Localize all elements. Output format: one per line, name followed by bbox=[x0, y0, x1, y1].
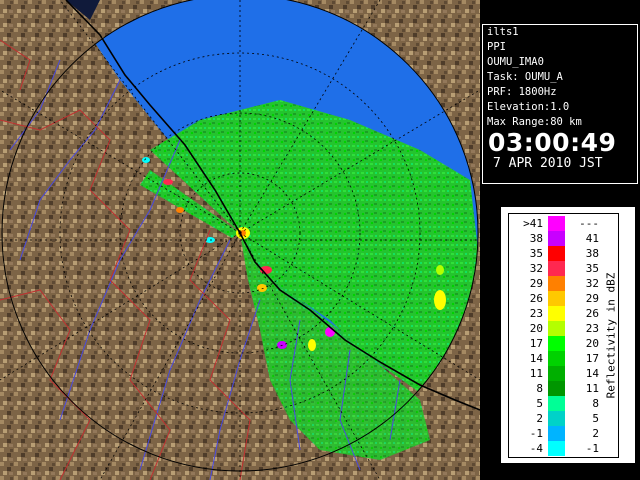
legend-row: -1 2 bbox=[509, 426, 609, 441]
legend-max-value: 41 bbox=[585, 232, 599, 245]
legend-max-value: 29 bbox=[585, 292, 599, 305]
legend-max-value: 23 bbox=[585, 322, 599, 335]
legend-color-swatch bbox=[548, 336, 565, 351]
legend-max-value: 32 bbox=[585, 277, 599, 290]
legend-max-value: 14 bbox=[585, 367, 599, 380]
legend-min-value: -1 bbox=[529, 427, 543, 440]
legend-color-swatch bbox=[548, 426, 565, 441]
legend-row: 38 41 bbox=[509, 231, 609, 246]
legend-row: 11 14 bbox=[509, 366, 609, 381]
legend-row: 20 23 bbox=[509, 321, 609, 336]
legend-min-value: >41 bbox=[523, 217, 543, 230]
legend-row: 14 17 bbox=[509, 351, 609, 366]
legend-color-swatch bbox=[548, 381, 565, 396]
legend-row: -4 -1 bbox=[509, 441, 609, 456]
legend-min-value: 38 bbox=[529, 232, 543, 245]
legend-min-value: 11 bbox=[529, 367, 543, 380]
legend-color-swatch bbox=[548, 246, 565, 261]
scan-info-box: ilts1 PPI OUMU_IMA0 Task: OUMU_A PRF: 18… bbox=[482, 24, 638, 184]
legend-min-value: 23 bbox=[529, 307, 543, 320]
legend-min-value: 29 bbox=[529, 277, 543, 290]
legend-row: 8 11 bbox=[509, 381, 609, 396]
legend-row: >41 --- bbox=[509, 216, 609, 231]
legend-title-wrap: Reflectivity in dBZ bbox=[604, 214, 618, 457]
legend-frame: >41 --- 38 41 35 38 32 35 29 32 26 29 23 26 20 23 17 20 14… bbox=[508, 213, 619, 458]
site-id-label: OUMU_IMA0 bbox=[487, 56, 544, 68]
legend-max-value: 26 bbox=[585, 307, 599, 320]
legend-color-swatch bbox=[548, 261, 565, 276]
legend-min-value: 26 bbox=[529, 292, 543, 305]
legend-color-swatch bbox=[548, 321, 565, 336]
legend-min-value: 14 bbox=[529, 352, 543, 365]
legend-color-swatch bbox=[548, 216, 565, 231]
legend-max-value: 2 bbox=[592, 427, 599, 440]
task-label: Task: OUMU_A bbox=[487, 71, 563, 83]
prf-label: PRF: 1800Hz bbox=[487, 86, 557, 98]
legend-row: 29 32 bbox=[509, 276, 609, 291]
legend-color-swatch bbox=[548, 366, 565, 381]
legend-min-value: 35 bbox=[529, 247, 543, 260]
legend-row: 58 bbox=[509, 396, 609, 411]
legend-color-swatch bbox=[548, 276, 565, 291]
legend-min-value: 17 bbox=[529, 337, 543, 350]
legend-row: 17 20 bbox=[509, 336, 609, 351]
legend-max-value: 8 bbox=[592, 397, 599, 410]
legend-color-swatch bbox=[548, 441, 565, 456]
legend-color-swatch bbox=[548, 411, 565, 426]
legend-color-swatch bbox=[548, 291, 565, 306]
legend-row: 35 38 bbox=[509, 246, 609, 261]
legend-min-value: 8 bbox=[536, 382, 543, 395]
legend-row: 25 bbox=[509, 411, 609, 426]
legend-min-value: 2 bbox=[536, 412, 543, 425]
station-label: ilts1 bbox=[487, 26, 519, 38]
legend-title: Reflectivity in dBZ bbox=[604, 272, 618, 399]
legend-color-swatch bbox=[548, 396, 565, 411]
legend-max-value: --- bbox=[579, 217, 599, 230]
legend-max-value: -1 bbox=[585, 442, 599, 455]
legend-max-value: 38 bbox=[585, 247, 599, 260]
legend-color-swatch bbox=[548, 306, 565, 321]
legend-max-value: 35 bbox=[585, 262, 599, 275]
legend-color-swatch bbox=[548, 231, 565, 246]
legend-row: 23 26 bbox=[509, 306, 609, 321]
legend-max-value: 5 bbox=[592, 412, 599, 425]
side-panel: ilts1 PPI OUMU_IMA0 Task: OUMU_A PRF: 18… bbox=[480, 0, 640, 480]
elevation-label: Elevation:1.0 bbox=[487, 101, 570, 113]
scan-type-label: PPI bbox=[487, 41, 506, 53]
radar-ppi-map bbox=[0, 0, 480, 480]
legend-row: 32 35 bbox=[509, 261, 609, 276]
legend-max-value: 17 bbox=[585, 352, 599, 365]
legend-max-value: 11 bbox=[585, 382, 599, 395]
scan-date: 7 APR 2010 JST bbox=[493, 156, 603, 171]
reflectivity-legend: >41 --- 38 41 35 38 32 35 29 32 26 29 23 26 20 23 17 20 14… bbox=[500, 206, 636, 464]
legend-max-value: 20 bbox=[585, 337, 599, 350]
legend-row: 26 29 bbox=[509, 291, 609, 306]
legend-min-value: 5 bbox=[536, 397, 543, 410]
legend-min-value: -4 bbox=[529, 442, 543, 455]
legend-color-swatch bbox=[548, 351, 565, 366]
legend-min-value: 20 bbox=[529, 322, 543, 335]
legend-min-value: 32 bbox=[529, 262, 543, 275]
scan-time: 03:00:49 bbox=[488, 128, 617, 157]
